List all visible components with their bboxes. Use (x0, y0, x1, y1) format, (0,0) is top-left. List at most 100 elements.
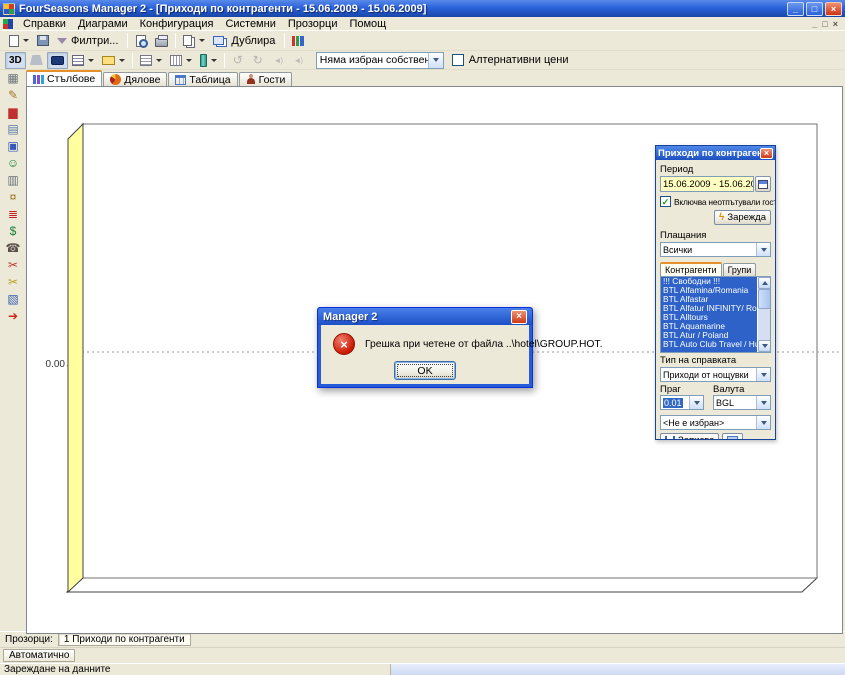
scrollbar-thumb[interactable] (758, 289, 771, 309)
horizontal-grid-button[interactable] (136, 52, 166, 69)
duplicate-button[interactable]: Дублира (209, 32, 281, 49)
scroll-down-button[interactable] (758, 340, 771, 352)
list-item[interactable]: BTL Aquamarine (661, 322, 757, 331)
tab-table[interactable]: Таблица (168, 72, 237, 86)
toggle-3d-button[interactable]: 3D (5, 52, 26, 69)
tab-groups[interactable]: Групи (723, 263, 757, 276)
combobox-dropdown-button[interactable] (756, 416, 770, 429)
series-labels-button[interactable] (47, 52, 68, 69)
template-combobox[interactable]: <Не е избран> (660, 415, 771, 430)
tab-table-label: Таблица (189, 74, 230, 86)
minimize-button[interactable]: _ (787, 2, 804, 16)
labels-button[interactable] (98, 52, 129, 69)
print-button[interactable] (151, 32, 172, 49)
tab-contractors[interactable]: Контрагенти (660, 262, 722, 276)
ok-button[interactable]: OK (394, 361, 456, 380)
copy-button[interactable] (179, 32, 209, 49)
menu-help[interactable]: Помощ (343, 18, 392, 30)
load-button-label: Зарежда (727, 212, 766, 223)
perspective-button[interactable] (26, 52, 47, 69)
mdi-restore-button[interactable]: □ (822, 19, 827, 29)
currency-combobox[interactable]: BGL (713, 395, 771, 410)
scroll-up-button[interactable] (758, 277, 771, 289)
list-item[interactable]: BTL Alltours (661, 313, 757, 322)
list-item[interactable]: BTL Alfamina/Romania (661, 286, 757, 295)
guests-icon[interactable]: ☺ (3, 156, 23, 172)
save-report-button[interactable]: Записва (660, 433, 719, 439)
combobox-dropdown-button[interactable] (428, 53, 443, 68)
combobox-dropdown-button[interactable] (689, 396, 703, 409)
calendar-icon[interactable]: ▤ (3, 122, 23, 138)
list-item[interactable]: BTL Alfastar (661, 295, 757, 304)
chart-icon[interactable]: ▆ (3, 105, 23, 121)
printer-icon[interactable]: ▥ (3, 173, 23, 189)
restore-button[interactable]: □ (806, 2, 823, 16)
list-icon[interactable]: ≣ (3, 207, 23, 223)
dialog-title-bar[interactable]: Manager 2 × (318, 308, 532, 325)
filters-button[interactable]: Филтри... (53, 32, 124, 49)
list-item[interactable]: BTL Auto Club Travel / Hunga (661, 340, 757, 349)
period-input[interactable]: 15.06.2009 - 15.06.2009 (660, 176, 754, 192)
cut-yellow-icon[interactable]: ✂ (3, 275, 23, 291)
period-row: 15.06.2009 - 15.06.2009 (660, 176, 771, 192)
report-type-combobox[interactable]: Приходи от нощувки (660, 367, 771, 382)
active-window-button[interactable]: 1 Приходи по контрагенти (58, 633, 191, 646)
grid-view-button[interactable] (722, 433, 743, 439)
owner-combobox[interactable]: Няма избран собственици (316, 52, 444, 69)
sound-muted-button[interactable]: ◄) (288, 52, 308, 69)
legend-button[interactable] (68, 52, 98, 69)
dialog-close-button[interactable]: × (511, 310, 527, 324)
arrow-icon[interactable]: ➔ (3, 309, 23, 325)
mdi-minimize-button[interactable]: _ (812, 19, 817, 29)
new-report-button[interactable] (5, 32, 33, 49)
combobox-dropdown-button[interactable] (756, 243, 770, 256)
left-toolbar: ▦ ✎ ▆ ▤ ▣ ☺ ▥ ¤ ≣ $ ☎ ✂ ✂ ▧ ➔ (0, 70, 26, 631)
list-item-partial[interactable] (661, 349, 757, 353)
save-row: Записва (660, 433, 771, 439)
title-bar: FourSeasons Manager 2 - [Приходи по конт… (0, 0, 845, 17)
threshold-combobox[interactable]: 0.01 (660, 395, 704, 410)
pie-tab-icon (110, 74, 121, 85)
listbox-scrollbar[interactable] (757, 277, 770, 352)
combobox-dropdown-button[interactable] (756, 396, 770, 409)
payments-combobox[interactable]: Всички (660, 242, 771, 257)
alt-prices-checkbox[interactable] (452, 54, 464, 66)
combobox-dropdown-button[interactable] (756, 368, 770, 381)
cash-icon[interactable]: ¤ (3, 190, 23, 206)
include-guests-checkbox[interactable]: ✓ (660, 196, 671, 207)
close-button[interactable]: × (825, 2, 842, 16)
automatic-button[interactable]: Автоматично (3, 649, 75, 662)
sound-button[interactable]: ◄) (268, 52, 288, 69)
tab-bars[interactable]: Стълбове (26, 70, 102, 86)
menu-reports[interactable]: Справки (17, 18, 72, 30)
menu-diagrams[interactable]: Диаграми (72, 18, 134, 30)
print-preview-button[interactable] (131, 32, 151, 49)
mdi-close-button[interactable]: × (833, 19, 838, 29)
vertical-grid-button[interactable] (166, 52, 196, 69)
tab-guests[interactable]: Гости (239, 72, 293, 86)
copy-window-icon[interactable]: ▣ (3, 139, 23, 155)
panel-close-button[interactable]: × (760, 148, 773, 159)
dollar-icon[interactable]: $ (3, 224, 23, 240)
form-icon[interactable]: ▧ (3, 292, 23, 308)
save-button[interactable] (33, 32, 53, 49)
menu-configuration[interactable]: Конфигурация (134, 18, 220, 30)
load-button[interactable]: ϟ Зарежда (714, 210, 771, 225)
list-item[interactable]: BTL Alfatur INFINITY/ Romani (661, 304, 757, 313)
phone-icon[interactable]: ☎ (3, 241, 23, 257)
bar-style-button[interactable] (196, 52, 221, 69)
chart-button[interactable] (288, 32, 308, 49)
calendar-button[interactable] (755, 176, 771, 192)
contractors-listbox[interactable]: !!! Свободни !!! BTL Alfamina/Romania BT… (660, 276, 771, 353)
rotate-right-button[interactable]: ↻ (248, 52, 268, 69)
list-item[interactable]: BTL Atur / Poland (661, 331, 757, 340)
list-item[interactable]: !!! Свободни !!! (661, 277, 757, 286)
grid-icon[interactable]: ▦ (3, 71, 23, 87)
menu-system[interactable]: Системни (219, 18, 281, 30)
report-edit-icon[interactable]: ✎ (3, 88, 23, 104)
tab-pie[interactable]: Дялове (103, 72, 167, 86)
panel-title-bar[interactable]: Приходи по контрагенти × (656, 146, 775, 160)
menu-windows[interactable]: Прозорци (282, 18, 344, 30)
cut-red-icon[interactable]: ✂ (3, 258, 23, 274)
rotate-left-button[interactable]: ↺ (228, 52, 248, 69)
